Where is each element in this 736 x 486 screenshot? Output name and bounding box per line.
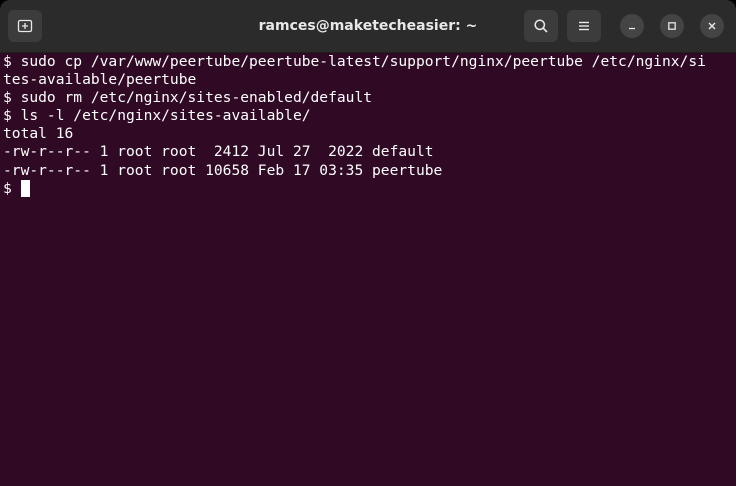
maximize-button[interactable]: [660, 14, 684, 38]
hamburger-menu-icon: [576, 18, 592, 34]
scrollbar[interactable]: [728, 56, 734, 482]
terminal-line: $ sudo rm /etc/nginx/sites-enabled/defau…: [3, 89, 373, 107]
terminal-line: tes-available/peertube: [3, 71, 197, 89]
close-button[interactable]: [700, 14, 724, 38]
title-bar[interactable]: ramces@maketecheasier: ~: [0, 0, 736, 53]
minimize-icon: [627, 21, 637, 31]
terminal-output[interactable]: $ sudo cp /var/www/peertube/peertube-lat…: [0, 53, 722, 486]
menu-button[interactable]: [567, 10, 601, 42]
close-icon: [707, 21, 717, 31]
maximize-icon: [667, 21, 677, 31]
minimize-button[interactable]: [620, 14, 644, 38]
terminal-line: $ sudo cp /var/www/peertube/peertube-lat…: [3, 53, 706, 70]
text-cursor: [20, 179, 30, 197]
terminal-window: ramces@maketecheasier: ~ $ sudo cp /var/…: [0, 0, 736, 486]
search-button[interactable]: [524, 10, 558, 42]
terminal-line: $ ls -l /etc/nginx/sites-available/: [3, 107, 311, 125]
new-tab-icon: [17, 18, 33, 34]
prompt-line[interactable]: $: [3, 179, 722, 198]
terminal-line: -rw-r--r-- 1 root root 10658 Feb 17 03:3…: [3, 161, 443, 179]
terminal-line: total 16: [3, 125, 74, 143]
terminal-line: -rw-r--r-- 1 root root 2412 Jul 27 2022 …: [3, 143, 434, 161]
new-tab-button[interactable]: [8, 10, 42, 42]
search-icon: [533, 18, 549, 34]
prompt: $: [3, 179, 21, 197]
